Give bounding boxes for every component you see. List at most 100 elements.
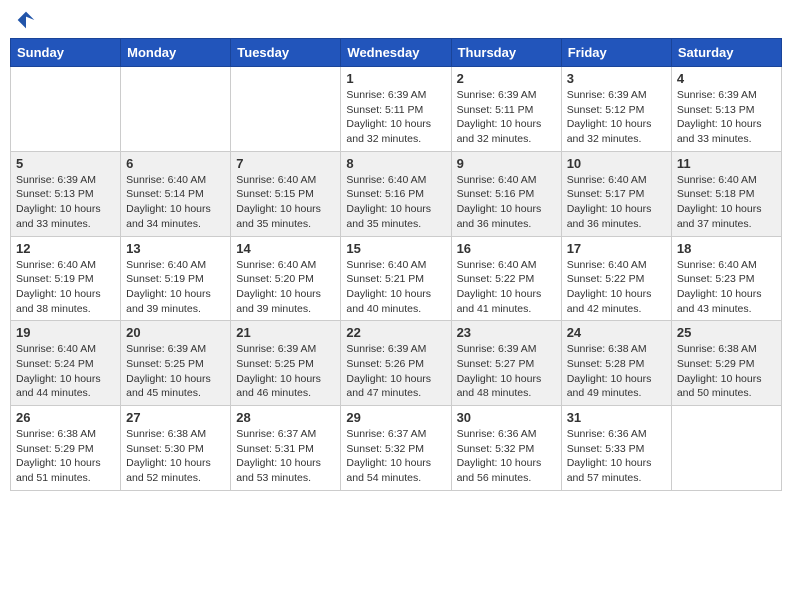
calendar-day-cell: 7 Sunrise: 6:40 AM Sunset: 5:15 PM Daylig… bbox=[231, 151, 341, 236]
day-info: Sunrise: 6:40 AM Sunset: 5:17 PM Dayligh… bbox=[567, 173, 666, 232]
calendar-week-row: 1Sunrise: 6:39 AM Sunset: 5:11 PM Daylig… bbox=[11, 67, 782, 152]
calendar-day-cell: 27 Sunrise: 6:38 AM Sunset: 5:30 PM Dayli… bbox=[121, 406, 231, 491]
weekday-header-cell: Saturday bbox=[671, 39, 781, 67]
day-number: 27 bbox=[126, 410, 225, 425]
day-info: Sunrise: 6:38 AM Sunset: 5:29 PM Dayligh… bbox=[677, 342, 776, 401]
logo-icon bbox=[16, 10, 36, 30]
calendar-table: SundayMondayTuesdayWednesdayThursdayFrid… bbox=[10, 38, 782, 491]
calendar-day-cell: 30 Sunrise: 6:36 AM Sunset: 5:32 PM Dayli… bbox=[451, 406, 561, 491]
calendar-day-cell: 13 Sunrise: 6:40 AM Sunset: 5:19 PM Dayli… bbox=[121, 236, 231, 321]
day-info: Sunrise: 6:40 AM Sunset: 5:16 PM Dayligh… bbox=[457, 173, 556, 232]
calendar-day-cell: 3Sunrise: 6:39 AM Sunset: 5:12 PM Daylig… bbox=[561, 67, 671, 152]
day-number: 17 bbox=[567, 241, 666, 256]
calendar-week-row: 19 Sunrise: 6:40 AM Sunset: 5:24 PM Dayli… bbox=[11, 321, 782, 406]
calendar-day-cell bbox=[671, 406, 781, 491]
day-number: 24 bbox=[567, 325, 666, 340]
day-info: Sunrise: 6:40 AM Sunset: 5:21 PM Dayligh… bbox=[346, 258, 445, 317]
calendar-day-cell: 28Sunrise: 6:37 AM Sunset: 5:31 PM Dayli… bbox=[231, 406, 341, 491]
day-info: Sunrise: 6:38 AM Sunset: 5:30 PM Dayligh… bbox=[126, 427, 225, 486]
calendar-day-cell: 23 Sunrise: 6:39 AM Sunset: 5:27 PM Dayli… bbox=[451, 321, 561, 406]
weekday-header-cell: Wednesday bbox=[341, 39, 451, 67]
day-number: 7 bbox=[236, 156, 335, 171]
calendar-day-cell: 5 Sunrise: 6:39 AM Sunset: 5:13 PM Daylig… bbox=[11, 151, 121, 236]
page-header bbox=[10, 10, 782, 30]
day-number: 12 bbox=[16, 241, 115, 256]
day-number: 18 bbox=[677, 241, 776, 256]
day-number: 20 bbox=[126, 325, 225, 340]
day-number: 31 bbox=[567, 410, 666, 425]
day-number: 2 bbox=[457, 71, 556, 86]
day-info: Sunrise: 6:39 AM Sunset: 5:13 PM Dayligh… bbox=[677, 88, 776, 147]
day-number: 14 bbox=[236, 241, 335, 256]
day-number: 30 bbox=[457, 410, 556, 425]
day-info: Sunrise: 6:39 AM Sunset: 5:27 PM Dayligh… bbox=[457, 342, 556, 401]
calendar-day-cell: 2Sunrise: 6:39 AM Sunset: 5:11 PM Daylig… bbox=[451, 67, 561, 152]
day-number: 9 bbox=[457, 156, 556, 171]
calendar-day-cell bbox=[11, 67, 121, 152]
day-info: Sunrise: 6:38 AM Sunset: 5:29 PM Dayligh… bbox=[16, 427, 115, 486]
calendar-day-cell: 6 Sunrise: 6:40 AM Sunset: 5:14 PM Daylig… bbox=[121, 151, 231, 236]
day-number: 16 bbox=[457, 241, 556, 256]
day-info: Sunrise: 6:40 AM Sunset: 5:19 PM Dayligh… bbox=[16, 258, 115, 317]
weekday-header-cell: Sunday bbox=[11, 39, 121, 67]
day-info: Sunrise: 6:40 AM Sunset: 5:18 PM Dayligh… bbox=[677, 173, 776, 232]
day-info: Sunrise: 6:40 AM Sunset: 5:15 PM Dayligh… bbox=[236, 173, 335, 232]
weekday-header-cell: Friday bbox=[561, 39, 671, 67]
day-number: 29 bbox=[346, 410, 445, 425]
day-number: 23 bbox=[457, 325, 556, 340]
day-number: 8 bbox=[346, 156, 445, 171]
day-info: Sunrise: 6:39 AM Sunset: 5:26 PM Dayligh… bbox=[346, 342, 445, 401]
day-number: 19 bbox=[16, 325, 115, 340]
weekday-header-cell: Thursday bbox=[451, 39, 561, 67]
day-info: Sunrise: 6:40 AM Sunset: 5:22 PM Dayligh… bbox=[457, 258, 556, 317]
calendar-day-cell: 19 Sunrise: 6:40 AM Sunset: 5:24 PM Dayli… bbox=[11, 321, 121, 406]
calendar-day-cell: 15 Sunrise: 6:40 AM Sunset: 5:21 PM Dayli… bbox=[341, 236, 451, 321]
day-info: Sunrise: 6:39 AM Sunset: 5:13 PM Dayligh… bbox=[16, 173, 115, 232]
day-info: Sunrise: 6:40 AM Sunset: 5:19 PM Dayligh… bbox=[126, 258, 225, 317]
day-number: 22 bbox=[346, 325, 445, 340]
weekday-header-cell: Monday bbox=[121, 39, 231, 67]
day-number: 25 bbox=[677, 325, 776, 340]
day-info: Sunrise: 6:40 AM Sunset: 5:16 PM Dayligh… bbox=[346, 173, 445, 232]
day-info: Sunrise: 6:36 AM Sunset: 5:32 PM Dayligh… bbox=[457, 427, 556, 486]
day-info: Sunrise: 6:37 AM Sunset: 5:31 PM Dayligh… bbox=[236, 427, 335, 486]
calendar-day-cell: 10 Sunrise: 6:40 AM Sunset: 5:17 PM Dayli… bbox=[561, 151, 671, 236]
calendar-day-cell: 4Sunrise: 6:39 AM Sunset: 5:13 PM Daylig… bbox=[671, 67, 781, 152]
day-info: Sunrise: 6:39 AM Sunset: 5:25 PM Dayligh… bbox=[126, 342, 225, 401]
day-number: 11 bbox=[677, 156, 776, 171]
calendar-day-cell: 21 Sunrise: 6:39 AM Sunset: 5:25 PM Dayli… bbox=[231, 321, 341, 406]
day-number: 10 bbox=[567, 156, 666, 171]
day-number: 5 bbox=[16, 156, 115, 171]
calendar-day-cell: 12 Sunrise: 6:40 AM Sunset: 5:19 PM Dayli… bbox=[11, 236, 121, 321]
calendar-day-cell: 16 Sunrise: 6:40 AM Sunset: 5:22 PM Dayli… bbox=[451, 236, 561, 321]
calendar-day-cell: 22 Sunrise: 6:39 AM Sunset: 5:26 PM Dayli… bbox=[341, 321, 451, 406]
calendar-day-cell: 25 Sunrise: 6:38 AM Sunset: 5:29 PM Dayli… bbox=[671, 321, 781, 406]
calendar-day-cell: 14 Sunrise: 6:40 AM Sunset: 5:20 PM Dayli… bbox=[231, 236, 341, 321]
day-info: Sunrise: 6:36 AM Sunset: 5:33 PM Dayligh… bbox=[567, 427, 666, 486]
day-number: 3 bbox=[567, 71, 666, 86]
calendar-day-cell bbox=[231, 67, 341, 152]
weekday-header-row: SundayMondayTuesdayWednesdayThursdayFrid… bbox=[11, 39, 782, 67]
calendar-day-cell bbox=[121, 67, 231, 152]
day-info: Sunrise: 6:37 AM Sunset: 5:32 PM Dayligh… bbox=[346, 427, 445, 486]
day-number: 6 bbox=[126, 156, 225, 171]
calendar-day-cell: 9 Sunrise: 6:40 AM Sunset: 5:16 PM Daylig… bbox=[451, 151, 561, 236]
calendar-day-cell: 31 Sunrise: 6:36 AM Sunset: 5:33 PM Dayli… bbox=[561, 406, 671, 491]
calendar-week-row: 12 Sunrise: 6:40 AM Sunset: 5:19 PM Dayli… bbox=[11, 236, 782, 321]
day-info: Sunrise: 6:40 AM Sunset: 5:24 PM Dayligh… bbox=[16, 342, 115, 401]
calendar-day-cell: 1Sunrise: 6:39 AM Sunset: 5:11 PM Daylig… bbox=[341, 67, 451, 152]
day-number: 21 bbox=[236, 325, 335, 340]
day-info: Sunrise: 6:40 AM Sunset: 5:20 PM Dayligh… bbox=[236, 258, 335, 317]
day-info: Sunrise: 6:38 AM Sunset: 5:28 PM Dayligh… bbox=[567, 342, 666, 401]
day-info: Sunrise: 6:40 AM Sunset: 5:14 PM Dayligh… bbox=[126, 173, 225, 232]
calendar-day-cell: 8 Sunrise: 6:40 AM Sunset: 5:16 PM Daylig… bbox=[341, 151, 451, 236]
day-number: 13 bbox=[126, 241, 225, 256]
weekday-header-cell: Tuesday bbox=[231, 39, 341, 67]
day-number: 15 bbox=[346, 241, 445, 256]
day-info: Sunrise: 6:39 AM Sunset: 5:25 PM Dayligh… bbox=[236, 342, 335, 401]
calendar-day-cell: 20 Sunrise: 6:39 AM Sunset: 5:25 PM Dayli… bbox=[121, 321, 231, 406]
calendar-week-row: 5 Sunrise: 6:39 AM Sunset: 5:13 PM Daylig… bbox=[11, 151, 782, 236]
calendar-body: 1Sunrise: 6:39 AM Sunset: 5:11 PM Daylig… bbox=[11, 67, 782, 491]
day-number: 26 bbox=[16, 410, 115, 425]
day-number: 1 bbox=[346, 71, 445, 86]
